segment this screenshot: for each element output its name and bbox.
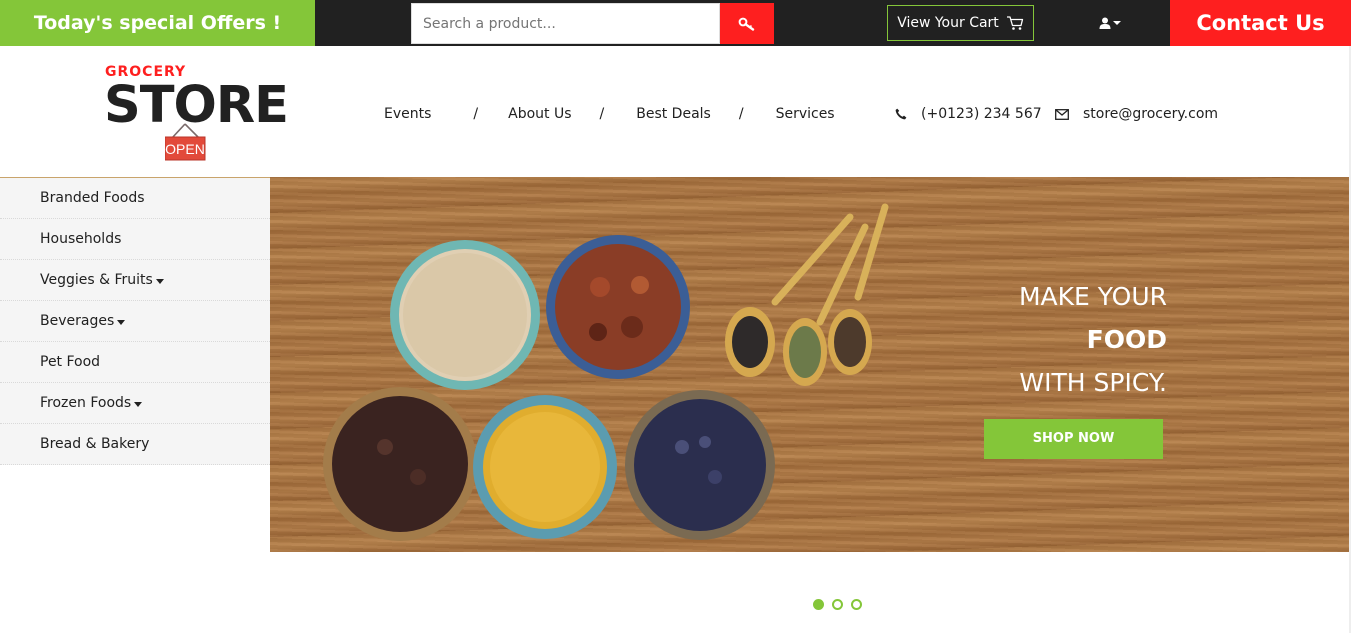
special-offers-banner[interactable]: Today's special Offers ! bbox=[0, 0, 315, 46]
open-sign-text: OPEN bbox=[165, 141, 205, 157]
caret-down-icon bbox=[117, 319, 126, 325]
sidebar-item-label: Bread & Bakery bbox=[40, 436, 150, 452]
nav-item-events[interactable]: Events bbox=[384, 106, 431, 122]
contact-us-button[interactable]: Contact Us bbox=[1170, 0, 1351, 46]
sidebar-item-beverages[interactable]: Beverages bbox=[0, 301, 270, 342]
carousel-dot-1[interactable] bbox=[813, 599, 824, 610]
banner-line-1: MAKE YOUR bbox=[1018, 282, 1167, 311]
user-menu-button[interactable] bbox=[1090, 12, 1130, 34]
chevron-down-icon bbox=[1113, 21, 1121, 25]
carousel-dot-2[interactable] bbox=[832, 599, 843, 610]
phone-icon bbox=[895, 108, 907, 120]
search-input[interactable] bbox=[411, 3, 720, 44]
search-form bbox=[411, 3, 774, 44]
sidebar-item-label: Frozen Foods bbox=[40, 395, 132, 411]
nav-separator: / bbox=[738, 106, 744, 122]
sidebar-item-pet-food[interactable]: Pet Food bbox=[0, 342, 270, 383]
banner-line-3: WITH SPICY. bbox=[1019, 368, 1167, 397]
sidebar-item-veggies-fruits[interactable]: Veggies & Fruits bbox=[0, 260, 270, 301]
sidebar-item-label: Branded Foods bbox=[40, 190, 145, 206]
nav-separator: / bbox=[599, 106, 605, 122]
caret-down-icon bbox=[134, 401, 143, 407]
cart-icon bbox=[1006, 16, 1023, 30]
search-icon bbox=[738, 17, 755, 31]
sidebar-item-frozen-foods[interactable]: Frozen Foods bbox=[0, 383, 270, 424]
email-address[interactable]: store@grocery.com bbox=[1083, 106, 1218, 122]
main-nav: Events / About Us / Best Deals / Service… bbox=[384, 104, 835, 124]
nav-item-services[interactable]: Services bbox=[776, 106, 835, 122]
sidebar-item-label: Pet Food bbox=[40, 354, 101, 370]
view-cart-label: View Your Cart bbox=[897, 15, 999, 31]
caret-down-icon bbox=[155, 278, 164, 284]
spice-bowls-image bbox=[323, 203, 889, 541]
nav-item-best-deals[interactable]: Best Deals bbox=[636, 106, 711, 122]
email-contact: store@grocery.com bbox=[1055, 104, 1218, 124]
sidebar-item-bread-bakery[interactable]: Bread & Bakery bbox=[0, 424, 270, 465]
phone-contact: (+0123) 234 567 bbox=[895, 104, 1042, 124]
sidebar-item-label: Veggies & Fruits bbox=[40, 272, 153, 288]
user-icon bbox=[1099, 17, 1111, 29]
shop-now-button[interactable]: SHOP NOW bbox=[984, 419, 1163, 459]
nav-item-about-us[interactable]: About Us bbox=[508, 106, 571, 122]
top-bar: Today's special Offers ! View Your Cart … bbox=[0, 0, 1351, 46]
phone-number[interactable]: (+0123) 234 567 bbox=[921, 106, 1042, 122]
nav-separator: / bbox=[473, 106, 479, 122]
view-cart-button[interactable]: View Your Cart bbox=[887, 5, 1034, 41]
carousel-dots bbox=[813, 599, 862, 610]
hero-banner: MAKE YOUR FOOD WITH SPICY. SHOP NOW bbox=[270, 177, 1349, 552]
open-sign-icon: OPEN bbox=[164, 122, 206, 167]
category-sidebar: Branded Foods Households Veggies & Fruit… bbox=[0, 177, 270, 465]
banner-line-2: FOOD bbox=[1086, 325, 1167, 354]
sidebar-item-label: Households bbox=[40, 231, 122, 247]
search-button[interactable] bbox=[720, 3, 774, 44]
sidebar-item-label: Beverages bbox=[40, 313, 115, 329]
banner-headline: MAKE YOUR FOOD WITH SPICY. bbox=[1019, 275, 1167, 404]
envelope-icon bbox=[1055, 108, 1069, 120]
sidebar-item-branded-foods[interactable]: Branded Foods bbox=[0, 178, 270, 219]
store-logo[interactable]: GROCERY STORE OPEN bbox=[104, 64, 289, 167]
carousel-dot-3[interactable] bbox=[851, 599, 862, 610]
sidebar-item-households[interactable]: Households bbox=[0, 219, 270, 260]
